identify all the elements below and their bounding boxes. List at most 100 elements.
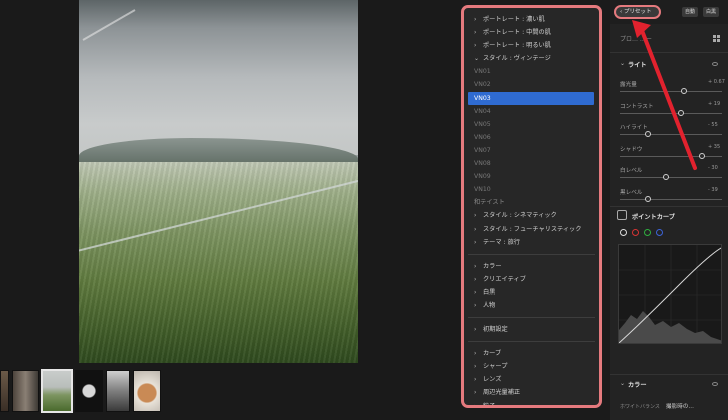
chevron-down-icon: ⌄ xyxy=(474,55,480,63)
preset-menu-item-label: ポートレート : 中間の肌 xyxy=(483,29,551,37)
menu-divider xyxy=(468,253,595,255)
preset-menu-item-label: ポートレート : 明るい肌 xyxy=(483,42,551,50)
slider-track[interactable] xyxy=(620,112,722,114)
filmstrip-thumb[interactable] xyxy=(0,370,9,412)
preset-item[interactable]: VN07 xyxy=(464,144,599,157)
preset-menu-item[interactable]: › 初期設定 xyxy=(464,323,599,336)
preset-menu-item[interactable]: › 粒子 xyxy=(464,400,599,408)
green-channel-icon[interactable] xyxy=(644,229,651,236)
preset-item[interactable]: VN10 xyxy=(464,183,599,196)
preset-menu-item[interactable]: › 白黒 xyxy=(464,286,599,299)
menu-subheader: 和テイスト xyxy=(474,199,505,207)
preset-menu-item[interactable]: › テーマ : 旅行 xyxy=(464,236,599,249)
chevron-right-icon: › xyxy=(474,376,477,384)
color-section-title[interactable]: カラー xyxy=(628,380,647,389)
white-balance-dropdown[interactable]: 撮影時の… xyxy=(666,402,694,410)
preset-item[interactable]: VN04 xyxy=(464,105,599,118)
filmstrip xyxy=(0,369,161,413)
preset-menu-item-label: スタイル : ヴィンテージ xyxy=(483,55,551,63)
slider-value[interactable]: + 35 xyxy=(708,144,720,150)
curve-toggle-icon[interactable] xyxy=(617,210,627,220)
preset-menu-item[interactable]: › スタイル : フューチャリスティック xyxy=(464,223,599,236)
preset-menu-item-label: クリエイティブ xyxy=(483,275,526,283)
slider-track[interactable] xyxy=(620,198,722,200)
chevron-right-icon: › xyxy=(474,350,477,358)
slider-track[interactable] xyxy=(620,177,722,178)
panel-divider xyxy=(610,206,728,207)
preset-menu-item[interactable]: › ポートレート : 明るい肌 xyxy=(464,39,599,52)
preset-menu-item[interactable]: › クリエイティブ xyxy=(464,273,599,286)
slider-handle[interactable] xyxy=(662,174,669,180)
slider-track[interactable] xyxy=(620,91,722,92)
preset-menu-item[interactable]: ⌄ スタイル : ヴィンテージ xyxy=(464,52,599,65)
preset-item[interactable]: VN08 xyxy=(464,157,599,170)
point-curve-graph[interactable] xyxy=(618,244,722,344)
chevron-right-icon: › xyxy=(474,29,477,37)
bw-button[interactable]: 白黒 xyxy=(703,7,720,17)
chevron-right-icon: › xyxy=(474,275,477,283)
preset-menu-item[interactable]: › ポートレート : 濃い肌 xyxy=(464,13,599,26)
preset-item[interactable]: VN01 xyxy=(464,65,599,78)
filmstrip-thumb[interactable] xyxy=(12,370,39,412)
red-channel-icon[interactable] xyxy=(632,229,639,236)
preset-menu-item-label: 人物 xyxy=(483,301,496,309)
preset-item[interactable]: VN09 xyxy=(464,170,599,183)
preset-item[interactable]: VN05 xyxy=(464,118,599,131)
rgb-channel-icon[interactable] xyxy=(620,229,627,236)
light-section-title[interactable]: ライト xyxy=(628,60,647,69)
chevron-down-icon[interactable]: ⌄ xyxy=(620,380,625,387)
menu-divider xyxy=(468,317,595,319)
profile-selector[interactable]: プロ… …ー xyxy=(620,34,652,43)
chevron-right-icon: › xyxy=(474,288,477,296)
preset-item[interactable]: VN02 xyxy=(464,78,599,91)
chevron-right-icon: › xyxy=(474,238,477,246)
preset-item-selected[interactable]: VN03 xyxy=(468,91,594,105)
preset-menu-item[interactable]: › 周辺光量補正 xyxy=(464,386,599,399)
chevron-right-icon: › xyxy=(474,42,477,50)
profile-grid-icon[interactable] xyxy=(713,35,720,42)
slider-track[interactable] xyxy=(620,134,722,135)
preset-menu-item[interactable]: › 人物 xyxy=(464,299,599,312)
chevron-down-icon[interactable]: ⌄ xyxy=(620,60,625,67)
preset-menu-item[interactable]: › レンズ xyxy=(464,373,599,386)
chevron-right-icon: › xyxy=(474,389,477,397)
chevron-right-icon: › xyxy=(474,225,477,233)
filmstrip-thumb[interactable] xyxy=(106,370,130,412)
point-curve-title[interactable]: ポイントカーブ xyxy=(632,212,675,221)
curve-histogram xyxy=(619,245,721,343)
preset-menu-item[interactable]: › カーブ xyxy=(464,347,599,360)
preset-menu-item-label: カーブ xyxy=(483,350,502,358)
slider-handle[interactable] xyxy=(644,131,651,137)
filmstrip-thumb-selected[interactable] xyxy=(41,369,73,413)
eye-icon[interactable] xyxy=(712,382,718,386)
slider-value[interactable]: - 39 xyxy=(708,187,718,193)
eye-icon[interactable] xyxy=(712,62,718,66)
chevron-right-icon: › xyxy=(474,402,477,408)
slider-value[interactable]: + 0.67 xyxy=(708,79,725,85)
slider-track[interactable] xyxy=(620,155,722,157)
slider-handle[interactable] xyxy=(678,109,685,116)
chevron-right-icon: › xyxy=(474,326,477,334)
slider-value[interactable]: - 55 xyxy=(708,122,718,128)
blue-channel-icon[interactable] xyxy=(656,229,663,236)
chevron-right-icon: › xyxy=(474,212,477,220)
preset-menu-item[interactable]: › シャープ xyxy=(464,360,599,373)
chevron-right-icon: › xyxy=(474,301,477,309)
curve-channel-selector xyxy=(620,229,663,236)
preset-item[interactable]: VN06 xyxy=(464,131,599,144)
slider-handle[interactable] xyxy=(644,195,651,202)
slider-value[interactable]: - 30 xyxy=(708,165,718,171)
preset-menu-item[interactable]: › ポートレート : 中間の肌 xyxy=(464,26,599,39)
slider-handle[interactable] xyxy=(698,152,705,159)
preset-menu-item[interactable]: › スタイル : シネマティック xyxy=(464,209,599,222)
chevron-right-icon: › xyxy=(474,363,477,371)
preset-menu-item-label: 初期設定 xyxy=(483,326,508,334)
preset-menu-item[interactable]: › カラー xyxy=(464,260,599,273)
preset-menu: › ポートレート : 濃い肌 › ポートレート : 中間の肌 › ポートレート : 明るい… xyxy=(461,5,602,408)
slider-value[interactable]: + 19 xyxy=(708,101,720,107)
slider-label: 白レベル xyxy=(620,168,643,174)
filmstrip-thumb[interactable] xyxy=(133,370,161,412)
filmstrip-thumb[interactable] xyxy=(75,370,103,412)
preset-button[interactable]: ‹ プリセット xyxy=(614,5,661,19)
auto-button[interactable]: 自動 xyxy=(682,7,699,17)
